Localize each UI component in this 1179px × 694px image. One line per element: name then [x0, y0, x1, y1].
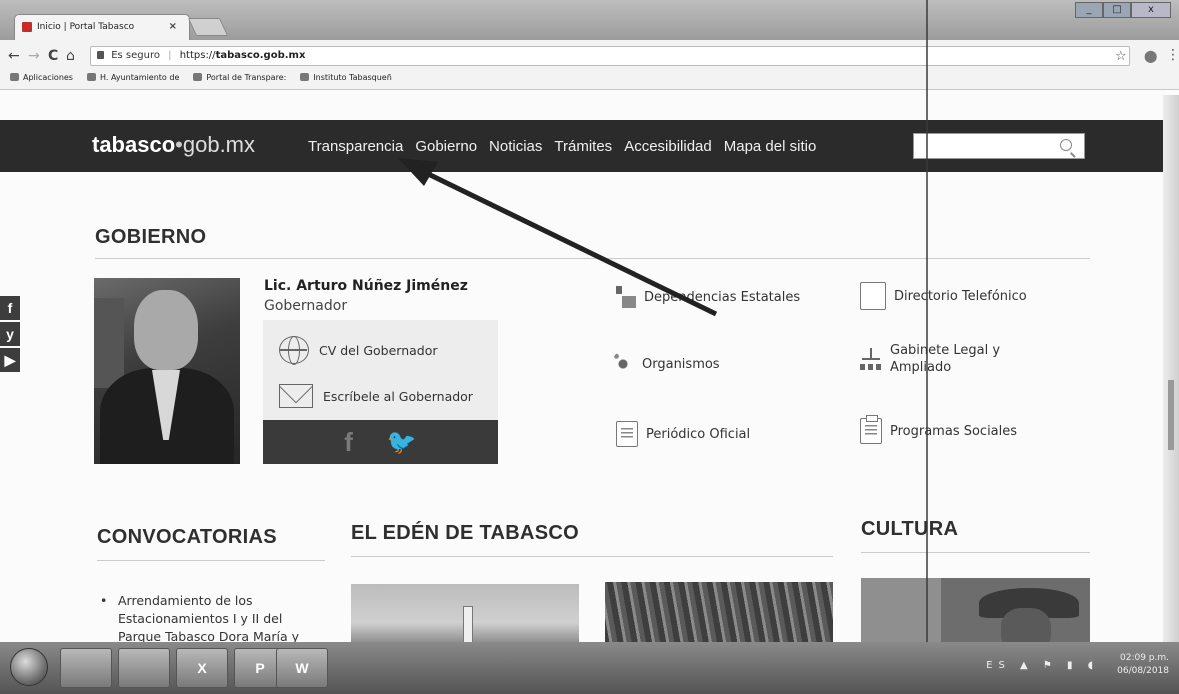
- taskbar-chrome[interactable]: [60, 648, 112, 688]
- taskbar-explorer[interactable]: [118, 648, 170, 688]
- taskbar-word[interactable]: W: [276, 648, 328, 688]
- annotation-arrow-overlay: [398, 158, 718, 317]
- language-indicator[interactable]: ES: [986, 660, 1011, 671]
- clock-time: 02:09 p.m.: [1120, 653, 1169, 663]
- windows-taskbar: X P W ES ▲ ⚑ ▮ ◖ 02:09 p.m. 06/08/2018: [0, 642, 1179, 694]
- start-button[interactable]: [10, 648, 48, 686]
- annotation-arrow-head: [398, 158, 438, 186]
- taskbar-excel[interactable]: X: [176, 648, 228, 688]
- system-clock[interactable]: 02:09 p.m. 06/08/2018: [1117, 652, 1169, 678]
- annotation-arrow-line: [418, 167, 718, 317]
- clock-date: 06/08/2018: [1117, 666, 1169, 676]
- system-tray-icons[interactable]: ES ▲ ⚑ ▮ ◖: [986, 660, 1099, 671]
